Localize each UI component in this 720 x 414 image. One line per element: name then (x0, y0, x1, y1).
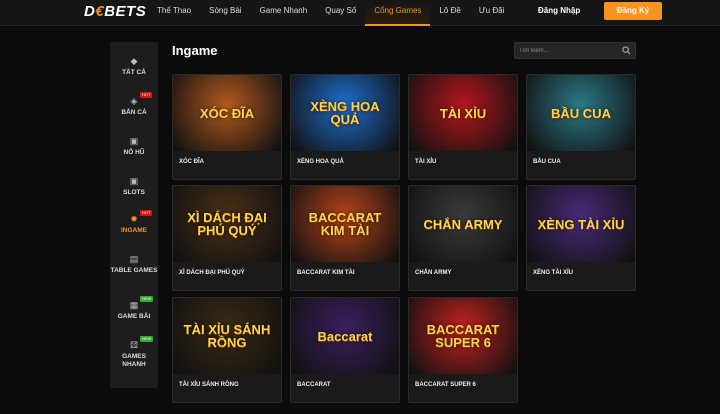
page-title: Ingame (172, 43, 218, 58)
sidebar-item-ingame[interactable]: HOT ✹ INGAME (110, 210, 158, 235)
card-game-icon: ▦ (129, 300, 139, 310)
hot-badge: HOT (140, 210, 153, 216)
game-art-title: TÀI XỈU SÁNH RỒNG (183, 322, 271, 350)
sidebar-item-ban-ca[interactable]: HOT ◈ BẮN CÁ (110, 92, 158, 117)
jackpot-icon: ▣ (129, 136, 139, 146)
search-box[interactable] (514, 42, 636, 59)
ingame-icon: ✹ (130, 214, 138, 224)
hot-badge: HOT (140, 92, 153, 98)
all-icon: ◆ (130, 56, 138, 66)
game-name: BACCARAT KIM TÀI (297, 270, 355, 276)
game-card[interactable]: BACCARAT KIM TÀI BACCARAT KIM TÀI (290, 185, 400, 291)
game-thumbnail[interactable]: Baccarat (291, 298, 399, 374)
game-thumbnail[interactable]: BẦU CUA (527, 75, 635, 151)
game-card[interactable]: CHẮN ARMY CHẮN ARMY (408, 185, 518, 291)
game-card[interactable]: TÀI XỈU TÀI XỈU (408, 74, 518, 180)
main-nav: Thể Thao Sòng Bài Game Nhanh Quay Số Cổn… (148, 0, 513, 26)
search-icon[interactable] (622, 46, 631, 55)
login-button[interactable]: Đăng Nhập (538, 6, 580, 15)
cards-icon: ▤ (129, 254, 139, 264)
game-name: XÈNG TÀI XỈU (533, 270, 574, 276)
game-name: XÓC ĐĨA (179, 159, 205, 165)
game-thumbnail[interactable]: XÓC ĐĨA (173, 75, 281, 151)
nav-item-cong-games[interactable]: Cổng Games (365, 0, 431, 26)
search-input[interactable] (519, 45, 619, 57)
dice-icon: ⚄ (130, 340, 138, 350)
game-card[interactable]: BACCARAT SUPER 6 BACCARAT SUPER 6 (408, 297, 518, 403)
top-navigation-bar: D€BETS Thể Thao Sòng Bài Game Nhanh Quay… (0, 0, 720, 26)
nav-item-song-bai[interactable]: Sòng Bài (200, 0, 250, 26)
site-logo[interactable]: D€BETS (84, 3, 146, 20)
game-art-title: BACCARAT SUPER 6 (426, 322, 500, 350)
sidebar-item-no-hu[interactable]: ▣ NỔ HŨ (110, 136, 158, 157)
game-art-title: Baccarat (317, 328, 373, 344)
sidebar-item-games-nhanh[interactable]: NEW ⚄ GAMES NHANH (110, 336, 158, 369)
game-thumbnail[interactable]: XÌ DÁCH ĐẠI PHÚ QUÝ (173, 186, 281, 262)
game-card[interactable]: BẦU CUA BẦU CUA (526, 74, 636, 180)
game-card[interactable]: XÈNG HOA QUẢ XÈNG HOA QUẢ (290, 74, 400, 180)
nav-item-uu-dai[interactable]: Ưu Đãi (470, 0, 514, 26)
sidebar-item-table-games[interactable]: ▤ TABLE GAMES (110, 254, 158, 275)
nav-item-quay-so[interactable]: Quay Số (316, 0, 365, 26)
game-name: TÀI XỈU SÁNH RỒNG (179, 382, 239, 388)
game-thumbnail[interactable]: XÈNG HOA QUẢ (291, 75, 399, 151)
sidebar-item-game-bai[interactable]: NEW ▦ GAME BÀI (110, 296, 158, 321)
game-art-title: XÌ DÁCH ĐẠI PHÚ QUÝ (187, 210, 267, 238)
nav-item-lo-de[interactable]: Lô Đề (430, 0, 469, 26)
sidebar-item-slots[interactable]: ▣ SLOTS (110, 176, 158, 197)
game-card[interactable]: XÈNG TÀI XỈU XÈNG TÀI XỈU (526, 185, 636, 291)
game-name: BACCARAT (297, 382, 331, 388)
game-thumbnail[interactable]: CHẮN ARMY (409, 186, 517, 262)
game-name: XÌ DÁCH ĐẠI PHÚ QUÝ (179, 270, 245, 276)
new-badge: NEW (140, 336, 154, 342)
fish-icon: ◈ (130, 96, 138, 106)
game-art-title: BACCARAT KIM TÀI (308, 210, 382, 238)
game-art-title: TÀI XỈU (439, 105, 487, 121)
game-card[interactable]: Baccarat BACCARAT (290, 297, 400, 403)
game-art-title: XÈNG HOA QUẢ (310, 99, 380, 127)
game-thumbnail[interactable]: BACCARAT SUPER 6 (409, 298, 517, 374)
game-name: BACCARAT SUPER 6 (415, 382, 476, 388)
new-badge: NEW (140, 296, 154, 302)
game-name: XÈNG HOA QUẢ (297, 159, 344, 165)
game-name: TÀI XỈU (415, 159, 437, 165)
game-art-title: BẦU CUA (551, 105, 611, 121)
category-sidebar: ◆ TẤT CẢ HOT ◈ BẮN CÁ ▣ NỔ HŨ ▣ SLOTS HO… (110, 42, 158, 388)
game-card[interactable]: XÓC ĐĨA XÓC ĐĨA (172, 74, 282, 180)
signup-button[interactable]: Đăng Ký (604, 2, 662, 20)
nav-item-the-thao[interactable]: Thể Thao (148, 0, 200, 26)
game-name: BẦU CUA (533, 159, 561, 165)
game-card[interactable]: TÀI XỈU SÁNH RỒNG TÀI XỈU SÁNH RỒNG (172, 297, 282, 403)
game-thumbnail[interactable]: BACCARAT KIM TÀI (291, 186, 399, 262)
nav-item-game-nhanh[interactable]: Game Nhanh (251, 0, 317, 26)
game-art-title: CHẮN ARMY (423, 216, 503, 232)
game-card[interactable]: XÌ DÁCH ĐẠI PHÚ QUÝ XÌ DÁCH ĐẠI PHÚ QUÝ (172, 185, 282, 291)
game-art-title: XÈNG TÀI XỈU (537, 216, 625, 232)
slot-icon: ▣ (129, 176, 139, 186)
sidebar-item-all[interactable]: ◆ TẤT CẢ (110, 56, 158, 77)
game-thumbnail[interactable]: XÈNG TÀI XỈU (527, 186, 635, 262)
game-art-title: XÓC ĐĨA (199, 105, 255, 121)
game-thumbnail[interactable]: TÀI XỈU (409, 75, 517, 151)
game-name: CHẮN ARMY (415, 270, 452, 276)
game-thumbnail[interactable]: TÀI XỈU SÁNH RỒNG (173, 298, 281, 374)
